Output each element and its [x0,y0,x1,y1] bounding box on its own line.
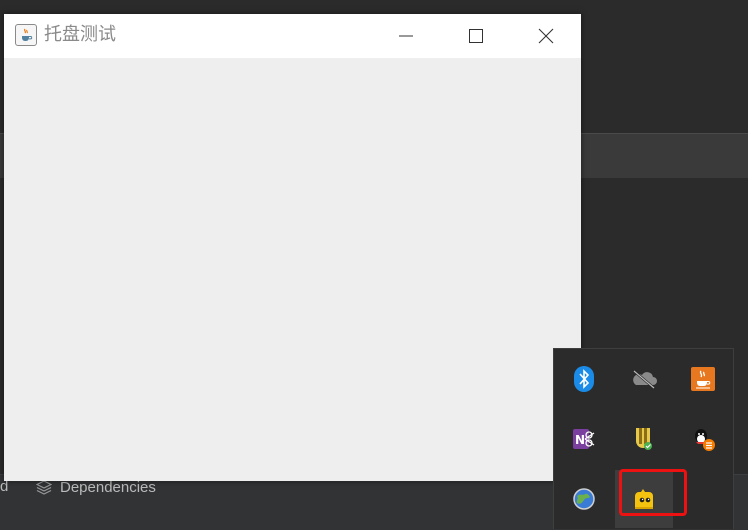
svg-text:N: N [575,433,585,447]
tray-item-qq[interactable] [674,410,732,468]
close-button[interactable] [511,14,581,58]
java-icon [691,367,715,391]
qq-icon [695,429,715,451]
minimize-icon [399,35,413,37]
tray-test-window: 托盘测试 [4,14,581,481]
globe-icon [573,488,595,510]
security-shield-icon [636,428,652,450]
tray-item-security[interactable] [615,410,673,468]
tray-item-globe[interactable] [555,470,613,528]
onenote-clipper-icon: N [573,429,595,449]
window-content-area [4,58,581,481]
maximize-button[interactable] [441,14,511,58]
bluetooth-icon [574,366,594,392]
tray-item-bluetooth[interactable] [555,350,613,408]
java-app-icon[interactable] [15,24,37,46]
minimize-button[interactable] [371,14,441,58]
tray-item-onenote[interactable]: N [555,410,613,468]
red-highlight-box [619,469,687,516]
tray-item-onedrive[interactable] [615,350,673,408]
maximize-icon [469,29,483,43]
window-titlebar[interactable]: 托盘测试 [4,14,581,58]
onedrive-offline-icon [633,370,657,389]
close-icon [538,28,554,44]
java-cup-icon [22,28,33,41]
dependencies-tab-label: Dependencies [60,478,156,496]
window-title: 托盘测试 [44,24,116,45]
tray-item-java[interactable] [674,350,732,408]
layers-icon [36,480,52,495]
